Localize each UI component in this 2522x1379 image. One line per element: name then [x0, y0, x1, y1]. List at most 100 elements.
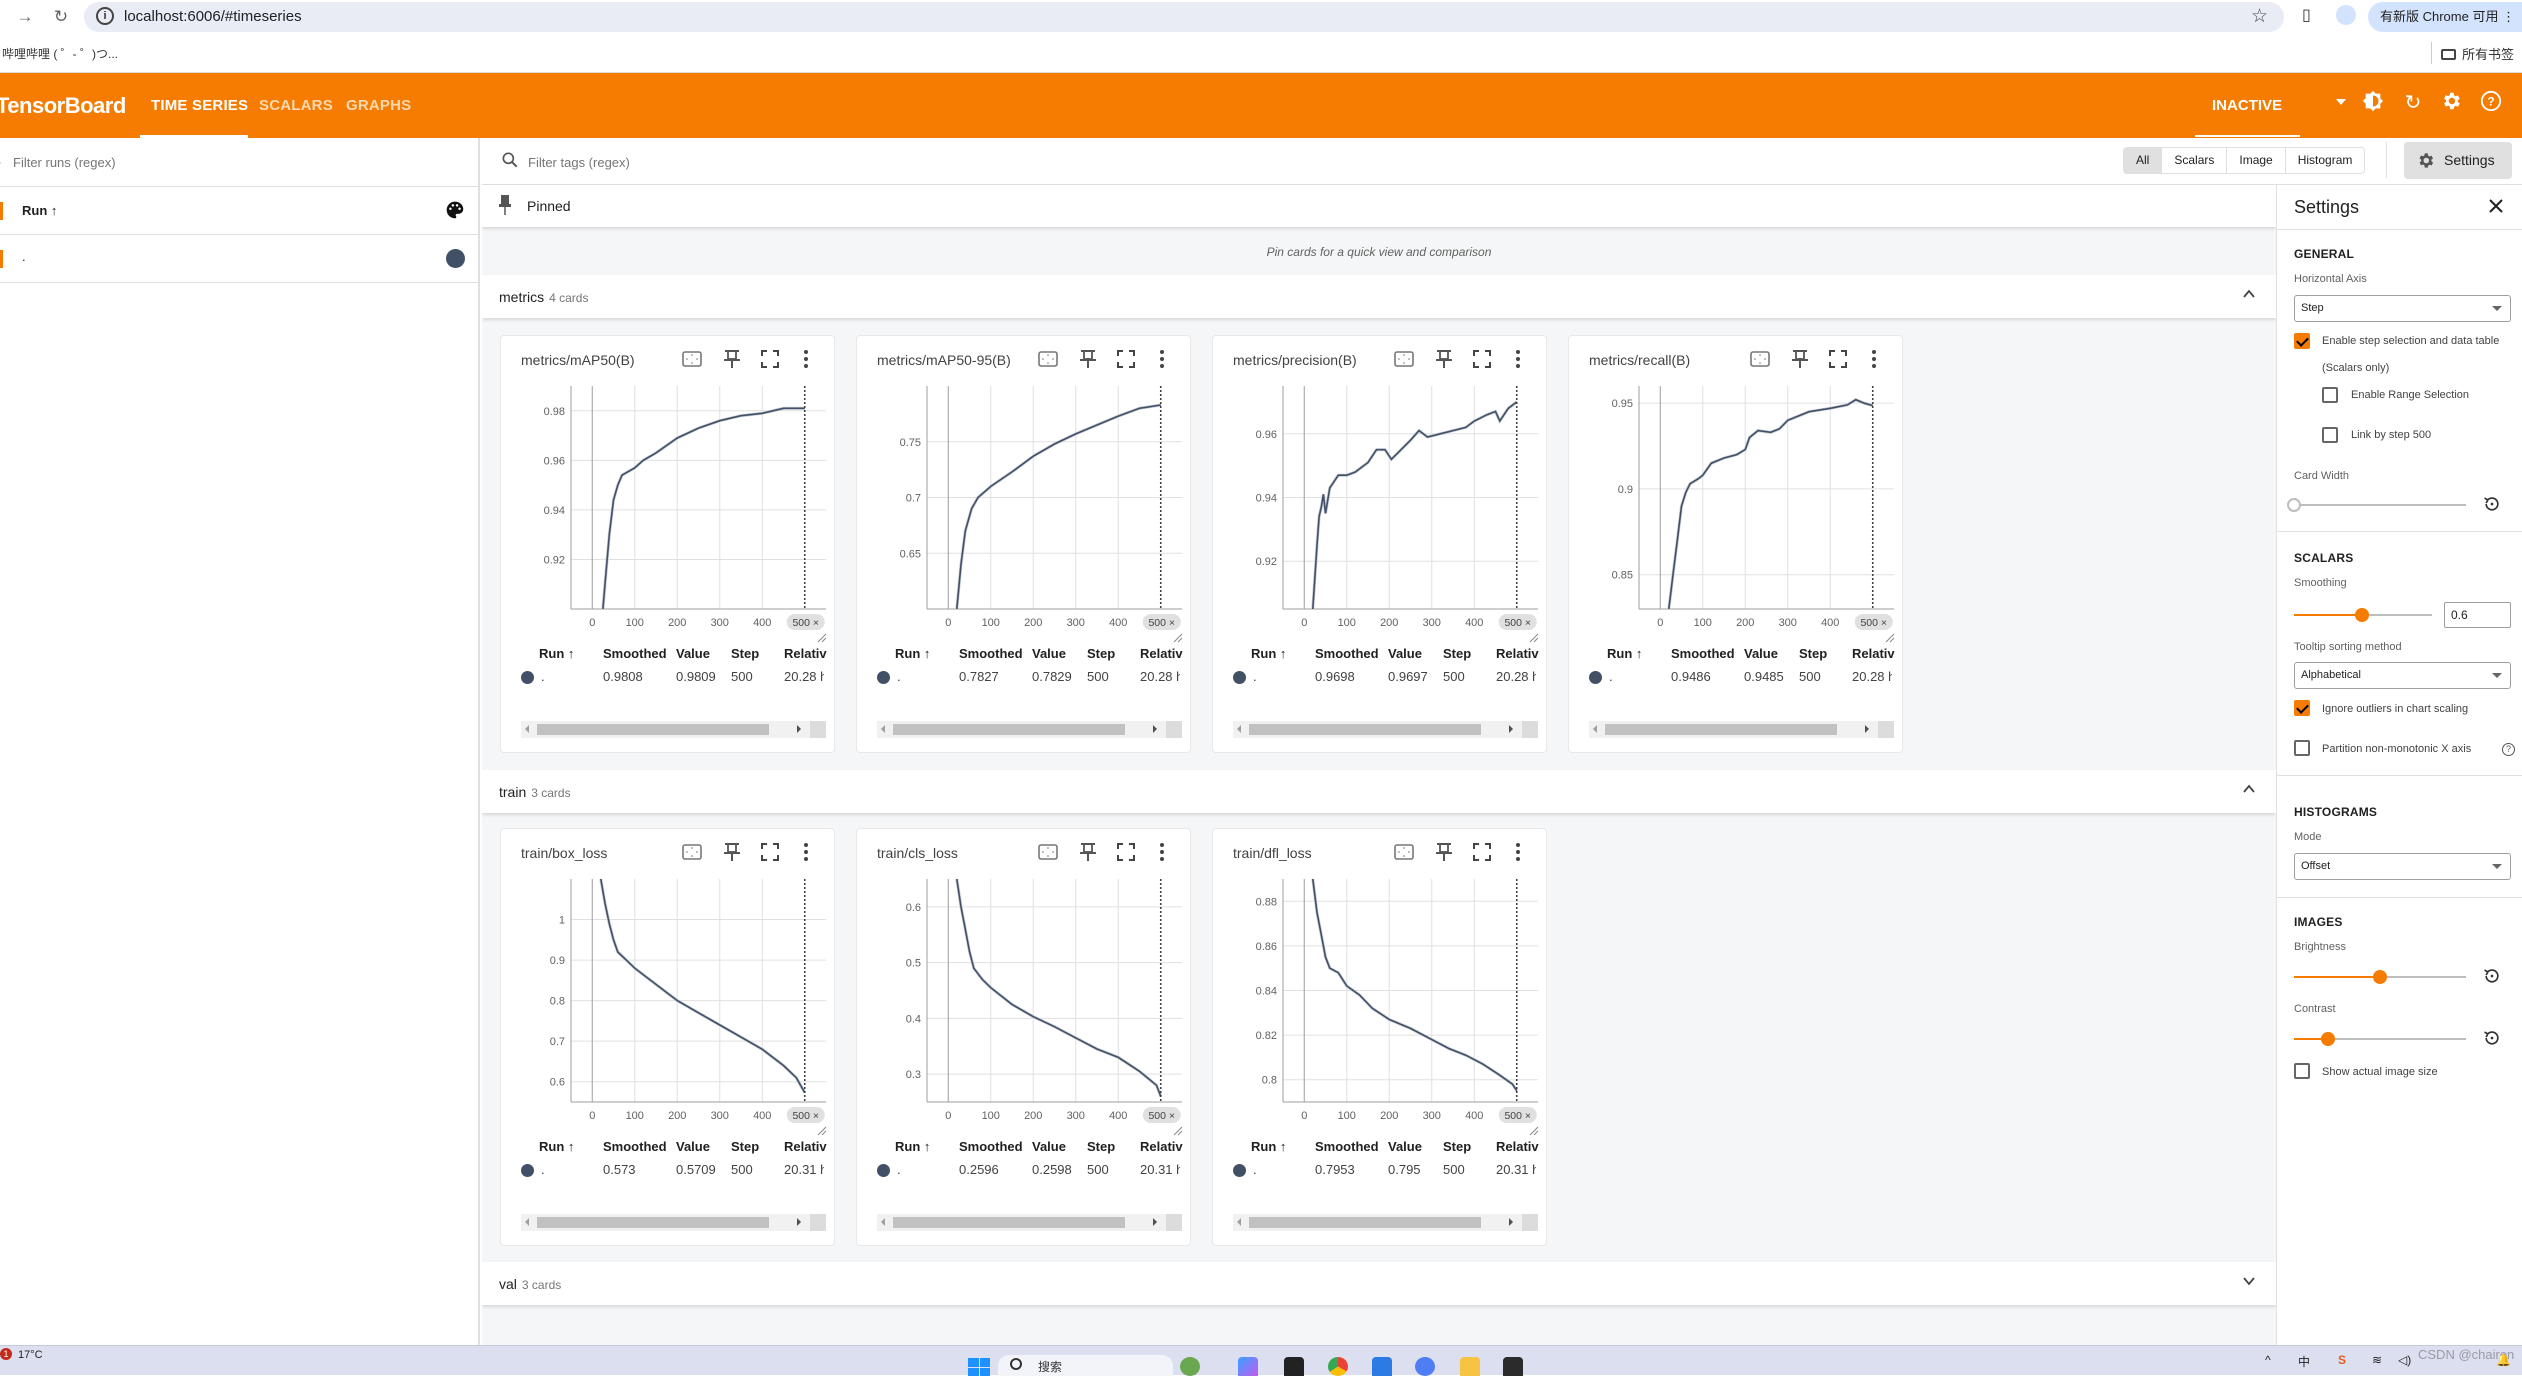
reset-icon[interactable] [2482, 494, 2502, 514]
taskbar-app-icon[interactable] [1284, 1357, 1304, 1376]
group-header-metrics[interactable]: metrics 4 cards [482, 275, 2276, 318]
table-scrollbar[interactable] [1233, 1214, 1538, 1231]
more-vert-icon[interactable] [1151, 841, 1173, 863]
taskbar-app-icon[interactable] [1180, 1357, 1200, 1376]
line-chart[interactable]: 0.92 0.94 0.96 0.98 0 100 200 300 400 500 × [501, 384, 836, 644]
table-header[interactable]: Run ↑ [539, 646, 574, 661]
table-header[interactable]: Smoothed [959, 646, 1023, 661]
table-header[interactable]: Run ↑ [895, 646, 930, 661]
table-header[interactable]: Relativ [1496, 646, 1539, 661]
palette-icon[interactable] [445, 200, 465, 220]
more-vert-icon[interactable] [1507, 348, 1529, 370]
filter-scalars-button[interactable]: Scalars [2162, 148, 2228, 173]
scrollbar-thumb[interactable] [1605, 724, 1837, 735]
table-header[interactable]: Value [1388, 1139, 1422, 1154]
chevron-up-icon[interactable] [2242, 782, 2256, 796]
taskbar-search[interactable]: 搜索 [998, 1355, 1173, 1376]
help-icon[interactable]: ? [2502, 743, 2515, 756]
resize-handle[interactable] [1522, 1214, 1538, 1231]
more-vert-icon[interactable] [1507, 841, 1529, 863]
fit-domain-icon[interactable] [1393, 841, 1415, 863]
side-panel-icon[interactable]: ▯ [2302, 5, 2311, 25]
scroll-left-icon[interactable] [1593, 725, 1597, 733]
chrome-update-button[interactable]: 有新版 Chrome 可用 ⋮ [2368, 2, 2522, 32]
taskbar-app-icon[interactable] [1372, 1357, 1392, 1376]
ime-indicator[interactable]: 中 [2298, 1353, 2310, 1370]
table-header[interactable]: Relativ [784, 646, 827, 661]
sogou-icon[interactable]: S [2338, 1353, 2346, 1367]
file-explorer-icon[interactable] [1460, 1357, 1480, 1376]
chrome-icon[interactable] [1328, 1357, 1348, 1376]
tags-filter-input[interactable]: Filter tags (regex) [528, 155, 630, 170]
scroll-right-icon[interactable] [797, 725, 801, 733]
line-chart[interactable]: 0.85 0.9 0.95 0 100 200 300 400 500 × [1569, 384, 1904, 644]
more-vert-icon[interactable] [1151, 348, 1173, 370]
scrollbar-thumb[interactable] [893, 724, 1125, 735]
group-header-val[interactable]: val 3 cards [482, 1262, 2276, 1305]
chevron-down-icon[interactable] [2242, 1274, 2256, 1288]
fullscreen-icon[interactable] [759, 841, 781, 863]
table-header[interactable]: Relativ [1852, 646, 1895, 661]
scroll-right-icon[interactable] [797, 1218, 801, 1226]
card-width-slider[interactable] [2294, 504, 2466, 506]
fit-domain-icon[interactable] [1393, 348, 1415, 370]
contrast-slider-thumb[interactable] [2321, 1032, 2336, 1046]
fullscreen-icon[interactable] [1471, 841, 1493, 863]
group-header-train[interactable]: train 3 cards [482, 770, 2276, 813]
table-header[interactable]: Smoothed [1315, 1139, 1379, 1154]
pin-icon[interactable] [721, 348, 743, 370]
histogram-mode-select[interactable]: Offset [2294, 853, 2511, 880]
resize-handle[interactable] [810, 1214, 826, 1231]
pin-icon[interactable] [1433, 348, 1455, 370]
resize-handle[interactable] [1166, 1214, 1182, 1231]
run-color-swatch[interactable] [446, 249, 465, 268]
close-icon[interactable] [2485, 195, 2507, 217]
line-chart[interactable]: 0.65 0.7 0.75 0 100 200 300 400 500 × [857, 384, 1192, 644]
table-header[interactable]: Step [1087, 1139, 1115, 1154]
pin-icon[interactable] [1077, 841, 1099, 863]
fit-domain-icon[interactable] [681, 348, 703, 370]
fullscreen-icon[interactable] [1115, 348, 1137, 370]
tray-overflow-icon[interactable]: ^ [2265, 1353, 2271, 1367]
filter-histogram-button[interactable]: Histogram [2286, 148, 2365, 173]
terminal-icon[interactable] [1503, 1357, 1523, 1376]
filter-all-button[interactable]: All [2124, 148, 2163, 173]
table-header[interactable]: Smoothed [1671, 646, 1735, 661]
scroll-left-icon[interactable] [881, 725, 885, 733]
table-header[interactable]: Step [731, 646, 759, 661]
fit-domain-icon[interactable] [681, 841, 703, 863]
pin-icon[interactable] [1433, 841, 1455, 863]
table-scrollbar[interactable] [877, 721, 1182, 738]
table-header[interactable]: Step [731, 1139, 759, 1154]
table-header[interactable]: Relativ [1140, 646, 1183, 661]
table-scrollbar[interactable] [1233, 721, 1538, 738]
resize-handle[interactable] [1522, 721, 1538, 738]
table-header[interactable]: Value [1032, 1139, 1066, 1154]
more-vert-icon[interactable] [795, 841, 817, 863]
site-info-icon[interactable]: i [96, 7, 114, 25]
tab-graphs[interactable]: GRAPHS [346, 97, 411, 114]
tooltip-sorting-select[interactable]: Alphabetical [2294, 662, 2511, 689]
table-header[interactable]: Smoothed [959, 1139, 1023, 1154]
scrollbar-thumb[interactable] [1249, 724, 1481, 735]
url-text[interactable]: localhost:6006/#timeseries [124, 8, 302, 25]
fit-domain-icon[interactable] [1037, 348, 1059, 370]
resize-handle[interactable] [1878, 721, 1894, 738]
scroll-left-icon[interactable] [881, 1218, 885, 1226]
table-header[interactable]: Value [1032, 646, 1066, 661]
more-vert-icon[interactable] [1863, 348, 1885, 370]
scroll-right-icon[interactable] [1509, 1218, 1513, 1226]
scroll-right-icon[interactable] [1153, 1218, 1157, 1226]
fit-domain-icon[interactable] [1037, 841, 1059, 863]
theme-toggle-icon[interactable] [2360, 90, 2386, 116]
wifi-icon[interactable]: ≋ [2372, 1353, 2382, 1367]
line-chart[interactable]: 0.3 0.4 0.5 0.6 0 100 200 300 400 500 × [857, 877, 1192, 1137]
resize-handle[interactable] [1166, 721, 1182, 738]
bookmark-item[interactable]: 哔哩哔哩 ( ゜- ゜)つ... [2, 45, 118, 62]
reload-data-icon[interactable]: ↻ [2400, 90, 2426, 116]
table-header[interactable]: Value [1388, 646, 1422, 661]
table-header[interactable]: Relativ [1140, 1139, 1183, 1154]
table-header[interactable]: Smoothed [603, 1139, 667, 1154]
pin-icon[interactable] [1077, 348, 1099, 370]
table-scrollbar[interactable] [521, 1214, 826, 1231]
